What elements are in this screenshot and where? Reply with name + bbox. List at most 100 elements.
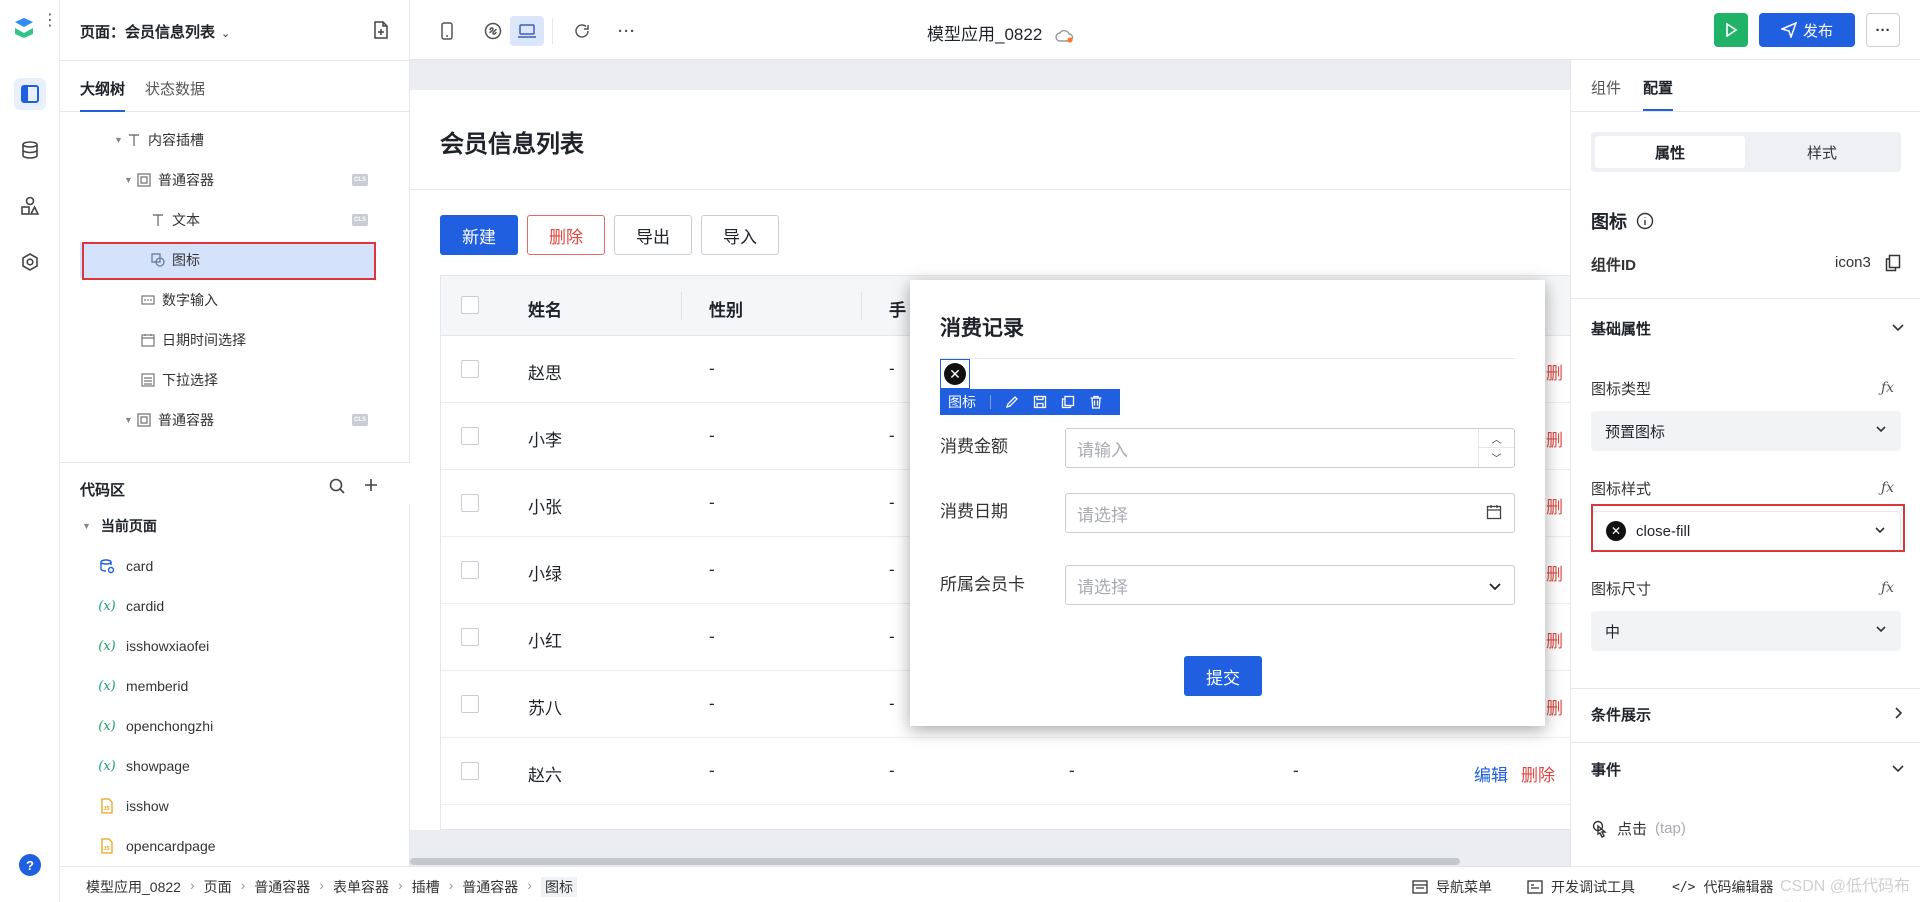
row-delete-link[interactable]: 删 (1546, 694, 1563, 719)
code-item[interactable]: (x) openchongzhi (60, 708, 410, 744)
code-item[interactable]: card (60, 548, 410, 584)
row-delete-link[interactable]: 删 (1546, 560, 1563, 585)
add-page-icon[interactable] (372, 20, 390, 40)
dev-tools-button[interactable]: 开发调试工具 (1527, 877, 1635, 897)
edit-icon[interactable] (1005, 395, 1019, 409)
basic-props-header[interactable]: 基础属性 (1591, 318, 1651, 339)
new-button[interactable]: 新建 (440, 215, 518, 255)
breadcrumb-item[interactable]: 普通容器 (462, 877, 518, 897)
publish-button[interactable]: 发布 (1759, 13, 1855, 47)
breadcrumb-item[interactable]: 表单容器 (333, 877, 389, 897)
components-icon[interactable] (14, 190, 46, 222)
caret-down-icon[interactable]: ▼ (124, 415, 136, 425)
breadcrumb-current[interactable]: 图标 (540, 877, 577, 897)
amount-input[interactable]: 请输入 ︿ ﹀ (1065, 428, 1515, 468)
segment-properties[interactable]: 属性 (1595, 136, 1745, 168)
row-delete-link[interactable]: 删 (1546, 493, 1563, 518)
tab-components[interactable]: 组件 (1591, 77, 1621, 98)
row-delete-link[interactable]: 删除 (1521, 761, 1555, 786)
code-item[interactable]: JS opencardpage (60, 828, 410, 864)
row-checkbox[interactable] (461, 494, 479, 512)
row-checkbox[interactable] (461, 360, 479, 378)
outline-item[interactable]: 文本 CLS (60, 202, 410, 238)
code-item[interactable]: (x) cardid (60, 588, 410, 624)
copy-icon[interactable] (1061, 395, 1075, 409)
chevron-down-icon[interactable] (1891, 320, 1905, 334)
outline-item[interactable]: ▼ 普通容器 CLS (60, 162, 410, 198)
add-icon[interactable] (363, 477, 379, 493)
settings-hexagon-icon[interactable] (14, 246, 46, 278)
row-delete-link[interactable]: 删 (1546, 426, 1563, 451)
page-selector[interactable]: 页面：会员信息列表 ⌄ (80, 21, 230, 42)
outline-item[interactable]: ▼ 内容插槽 (60, 122, 410, 158)
save-icon[interactable] (1033, 395, 1047, 409)
database-icon[interactable] (14, 134, 46, 166)
code-item[interactable]: (x) showpage (60, 748, 410, 784)
row-delete-link[interactable]: 删 (1546, 359, 1563, 384)
more-vertical-icon[interactable]: ⋮ (42, 13, 58, 29)
delete-button[interactable]: 删除 (527, 215, 605, 255)
caret-down-icon[interactable]: ▼ (124, 175, 136, 185)
chevron-right-icon[interactable] (1891, 706, 1905, 720)
icon-size-select[interactable]: 中 (1591, 611, 1901, 651)
condition-display-header[interactable]: 条件展示 (1591, 704, 1651, 725)
outline-item[interactable]: 下拉选择 (60, 362, 410, 398)
breadcrumb-item[interactable]: 模型应用_0822 (86, 877, 181, 897)
row-checkbox[interactable] (461, 762, 479, 780)
mobile-view-icon[interactable] (430, 16, 464, 46)
number-stepper[interactable]: ︿ ﹀ (1478, 429, 1514, 467)
delete-icon[interactable] (1089, 395, 1103, 409)
code-editor-button[interactable]: </> 代码编辑器 (1672, 877, 1773, 897)
import-button[interactable]: 导入 (701, 215, 779, 255)
row-checkbox[interactable] (461, 427, 479, 445)
outline-nav-icon[interactable] (14, 78, 46, 110)
export-button[interactable]: 导出 (614, 215, 692, 255)
breadcrumb-item[interactable]: 页面 (204, 877, 232, 897)
fx-icon[interactable]: ƒx (1881, 580, 1894, 596)
refresh-icon[interactable] (565, 16, 599, 46)
more-menu-button[interactable]: ··· (1866, 13, 1900, 47)
tab-config[interactable]: 配置 (1643, 77, 1674, 111)
tap-event-item[interactable]: 点击 (tap) (1591, 818, 1686, 839)
breadcrumb-item[interactable]: 插槽 (412, 877, 440, 897)
row-delete-link[interactable]: 删 (1546, 627, 1563, 652)
horizontal-scrollbar[interactable] (410, 858, 1460, 865)
row-checkbox[interactable] (461, 628, 479, 646)
code-item[interactable]: (x) memberid (60, 668, 410, 704)
code-item[interactable]: JS isshow (60, 788, 410, 824)
submit-button[interactable]: 提交 (1184, 656, 1262, 696)
tab-state-data[interactable]: 状态数据 (145, 78, 205, 99)
code-item[interactable]: (x) isshowxiaofei (60, 628, 410, 664)
info-icon[interactable] (1636, 212, 1654, 230)
chevron-down-icon[interactable] (1891, 761, 1905, 775)
help-icon[interactable]: ? (19, 854, 41, 876)
run-preview-button[interactable] (1714, 13, 1748, 47)
breadcrumb-item[interactable]: 普通容器 (254, 877, 310, 897)
more-horizontal-icon[interactable]: ··· (610, 16, 644, 46)
search-icon[interactable] (328, 477, 346, 495)
icon-type-select[interactable]: 预置图标 (1591, 411, 1901, 451)
miniprogram-view-icon[interactable] (476, 16, 510, 46)
selected-icon-component[interactable]: ✕ (940, 359, 970, 389)
caret-down-icon[interactable]: ▼ (114, 135, 126, 145)
row-edit-link[interactable]: 编辑 (1474, 761, 1508, 786)
fx-icon[interactable]: ƒx (1881, 480, 1894, 496)
date-picker[interactable]: 请选择 (1065, 493, 1515, 533)
outline-item[interactable]: 日期时间选择 (60, 322, 410, 358)
member-card-select[interactable]: 请选择 (1065, 565, 1515, 605)
close-fill-icon[interactable]: ✕ (944, 363, 966, 385)
stepper-up-icon[interactable]: ︿ (1479, 429, 1514, 448)
nav-menu-button[interactable]: 导航菜单 (1412, 877, 1492, 897)
code-group[interactable]: ▼ 当前页面 (60, 508, 410, 544)
outline-item[interactable]: ▼ 普通容器 CLS (60, 402, 410, 438)
fx-icon[interactable]: ƒx (1881, 380, 1894, 396)
stepper-down-icon[interactable]: ﹀ (1479, 448, 1514, 467)
desktop-view-icon[interactable] (510, 16, 544, 46)
row-checkbox[interactable] (461, 695, 479, 713)
row-checkbox[interactable] (461, 561, 479, 579)
select-all-checkbox[interactable] (461, 296, 479, 314)
table-row[interactable]: 赵六 - - - - 编辑 删除 (441, 738, 1570, 805)
segment-style[interactable]: 样式 (1747, 136, 1897, 168)
copy-icon[interactable] (1885, 254, 1901, 272)
tab-outline[interactable]: 大纲树 (80, 78, 126, 112)
